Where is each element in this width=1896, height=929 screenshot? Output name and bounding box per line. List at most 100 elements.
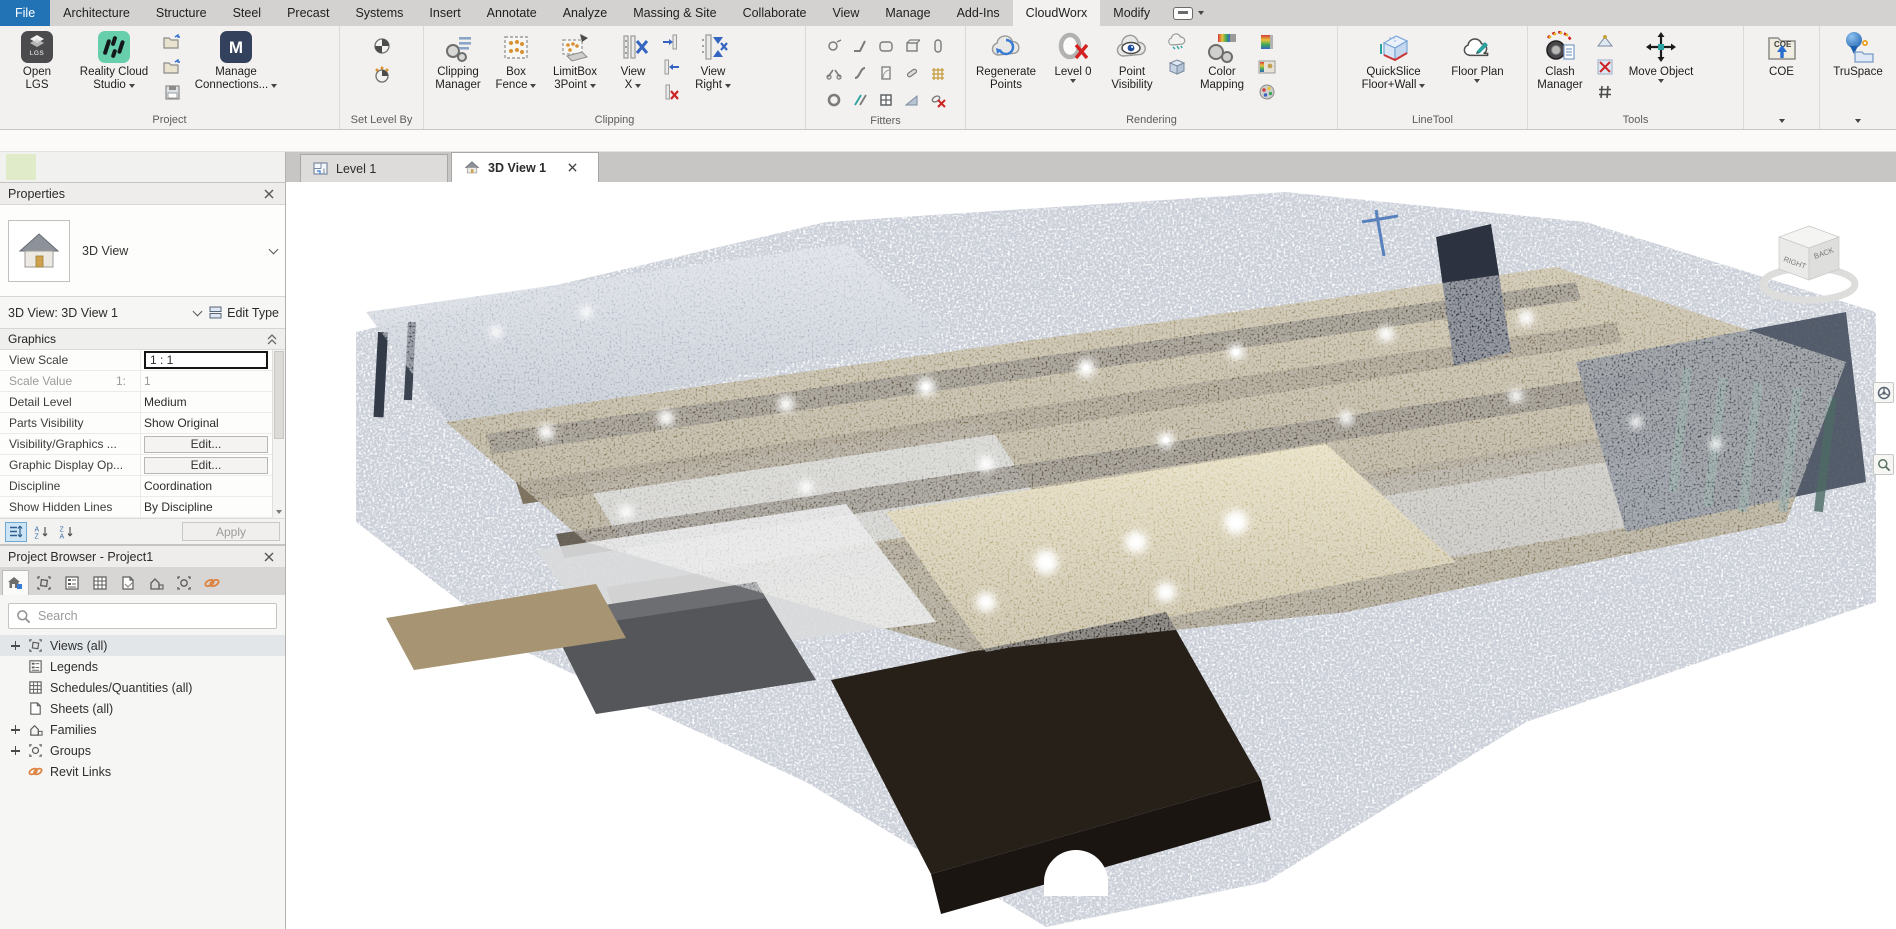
properties-scrollbar[interactable]: [272, 350, 285, 518]
tree-item-revit-links[interactable]: Revit Links: [0, 761, 285, 782]
scroll-down-button[interactable]: [273, 505, 285, 518]
fitter-ramp-button[interactable]: [902, 90, 922, 110]
level-0-button[interactable]: Level 0: [1047, 28, 1099, 83]
search-box[interactable]: [8, 603, 277, 629]
graphics-section-header[interactable]: Graphics: [0, 329, 285, 350]
fitter-door-button[interactable]: [876, 63, 896, 83]
graphic-display-edit-button[interactable]: Edit...: [144, 457, 268, 474]
remove-markers-button[interactable]: [1595, 57, 1615, 77]
color-palette-button[interactable]: [1257, 82, 1277, 102]
search-input[interactable]: [38, 609, 269, 623]
open-lgs-button[interactable]: LGS OpenLGS: [6, 28, 68, 92]
fitter-pipe-button[interactable]: [824, 36, 844, 56]
expand-icon[interactable]: [9, 746, 21, 755]
view-right-button[interactable]: View Right: [686, 28, 740, 92]
tab-massing-site[interactable]: Massing & Site: [620, 0, 729, 26]
tab-file[interactable]: File: [0, 0, 50, 26]
slice-remove-button[interactable]: [661, 82, 681, 102]
color-mapping-button[interactable]: ColorMapping: [1193, 28, 1251, 92]
browser-tab-home[interactable]: [2, 570, 29, 595]
browser-tab-sheets[interactable]: [114, 570, 141, 595]
tab-analyze[interactable]: Analyze: [550, 0, 620, 26]
tab-cloudworx[interactable]: CloudWorx: [1013, 0, 1101, 26]
slice-back-button[interactable]: [661, 57, 681, 77]
open-connection-button[interactable]: [162, 32, 182, 52]
point-box-button[interactable]: [1167, 57, 1187, 77]
fitter-elbow-button[interactable]: [850, 36, 870, 56]
tab-structure[interactable]: Structure: [143, 0, 220, 26]
navigation-wheel-button[interactable]: [1873, 382, 1894, 403]
sort-default-button[interactable]: [5, 522, 27, 542]
tab-collaborate[interactable]: Collaborate: [730, 0, 820, 26]
view-x-button[interactable]: View X: [610, 28, 656, 92]
truspace-button[interactable]: TruSpace: [1825, 28, 1891, 79]
scrollbar-thumb[interactable]: [274, 351, 284, 439]
apply-button[interactable]: Apply: [182, 522, 280, 541]
clash-manager-button[interactable]: ClashManager: [1531, 28, 1589, 92]
clipping-manager-button[interactable]: ClippingManager: [427, 28, 489, 92]
group-expand-coe[interactable]: [1744, 112, 1819, 129]
type-dropdown-icon[interactable]: [269, 244, 279, 254]
tree-item-views-all[interactable]: Views (all): [0, 635, 285, 656]
zoom-tool-button[interactable]: [1873, 454, 1894, 475]
set-level-target-button[interactable]: [372, 36, 392, 56]
fitter-window-button[interactable]: [876, 90, 896, 110]
point-visibility-button[interactable]: PointVisibility: [1103, 28, 1161, 92]
close-properties-button[interactable]: [261, 186, 277, 202]
box-fence-button[interactable]: Box Fence: [492, 28, 540, 92]
discipline-field[interactable]: Coordination: [140, 476, 271, 496]
tab-steel[interactable]: Steel: [220, 0, 275, 26]
browser-tab-schedules[interactable]: [86, 570, 113, 595]
save-connection-button[interactable]: [162, 82, 182, 102]
fitter-tee-button[interactable]: [824, 63, 844, 83]
tab-insert[interactable]: Insert: [416, 0, 473, 26]
instance-dropdown-icon[interactable]: [193, 306, 203, 316]
fitter-box-button[interactable]: [902, 36, 922, 56]
limitbox-3point-button[interactable]: LimitBox 3Point: [543, 28, 607, 92]
fitter-parallel-button[interactable]: [850, 90, 870, 110]
group-expand-truspace[interactable]: [1820, 112, 1896, 129]
visibility-graphics-edit-button[interactable]: Edit...: [144, 436, 268, 453]
fitter-duct-button[interactable]: [876, 36, 896, 56]
color-image-button[interactable]: [1257, 57, 1277, 77]
browser-tab-groups[interactable]: [170, 570, 197, 595]
quickslice-button[interactable]: QuickSlice Floor+Wall: [1353, 28, 1435, 92]
tree-item-families[interactable]: Families: [0, 719, 285, 740]
set-level-point-button[interactable]: [372, 65, 392, 85]
browser-tab-legends[interactable]: [58, 570, 85, 595]
browser-tab-views[interactable]: [30, 570, 57, 595]
fitter-grid-button[interactable]: [928, 63, 948, 83]
open-connection-alt-button[interactable]: [162, 57, 182, 77]
show-hidden-lines-field[interactable]: By Discipline: [140, 497, 271, 517]
viewcube[interactable]: RIGHT BACK: [1750, 218, 1872, 312]
ribbon-display-toggle[interactable]: [1163, 0, 1214, 26]
expand-icon[interactable]: [9, 725, 21, 734]
view-tab-level1[interactable]: Level 1: [300, 154, 448, 182]
tab-manage[interactable]: Manage: [872, 0, 943, 26]
floor-plan-button[interactable]: Floor Plan: [1443, 28, 1513, 83]
type-selector[interactable]: 3D View: [0, 205, 285, 297]
close-project-browser-button[interactable]: [261, 549, 277, 565]
tree-item-sheets[interactable]: Sheets (all): [0, 698, 285, 719]
3d-canvas[interactable]: RIGHT BACK: [286, 182, 1896, 929]
tab-systems[interactable]: Systems: [342, 0, 416, 26]
fitter-cylinder-button[interactable]: [928, 36, 948, 56]
fitter-sleeve-button[interactable]: [902, 63, 922, 83]
tab-precast[interactable]: Precast: [274, 0, 342, 26]
browser-tab-links[interactable]: [198, 570, 225, 595]
tab-annotate[interactable]: Annotate: [474, 0, 550, 26]
edit-type-button[interactable]: Edit Type: [209, 306, 279, 320]
coe-button[interactable]: COE COE: [1750, 28, 1814, 79]
sort-descending-button[interactable]: ZA: [55, 522, 77, 542]
expand-icon[interactable]: [9, 641, 21, 650]
move-object-button[interactable]: Move Object: [1621, 28, 1701, 83]
view-tab-3dview1[interactable]: 3D View 1: [451, 152, 599, 182]
reality-cloud-studio-button[interactable]: Reality Cloud Studio: [72, 28, 156, 92]
sort-ascending-button[interactable]: AZ: [30, 522, 52, 542]
grid-snap-button[interactable]: [1595, 82, 1615, 102]
fitter-sbend-button[interactable]: [850, 63, 870, 83]
tab-modify[interactable]: Modify: [1100, 0, 1163, 26]
tab-architecture[interactable]: Architecture: [50, 0, 143, 26]
tab-view[interactable]: View: [820, 0, 873, 26]
detail-level-field[interactable]: Medium: [140, 392, 271, 412]
